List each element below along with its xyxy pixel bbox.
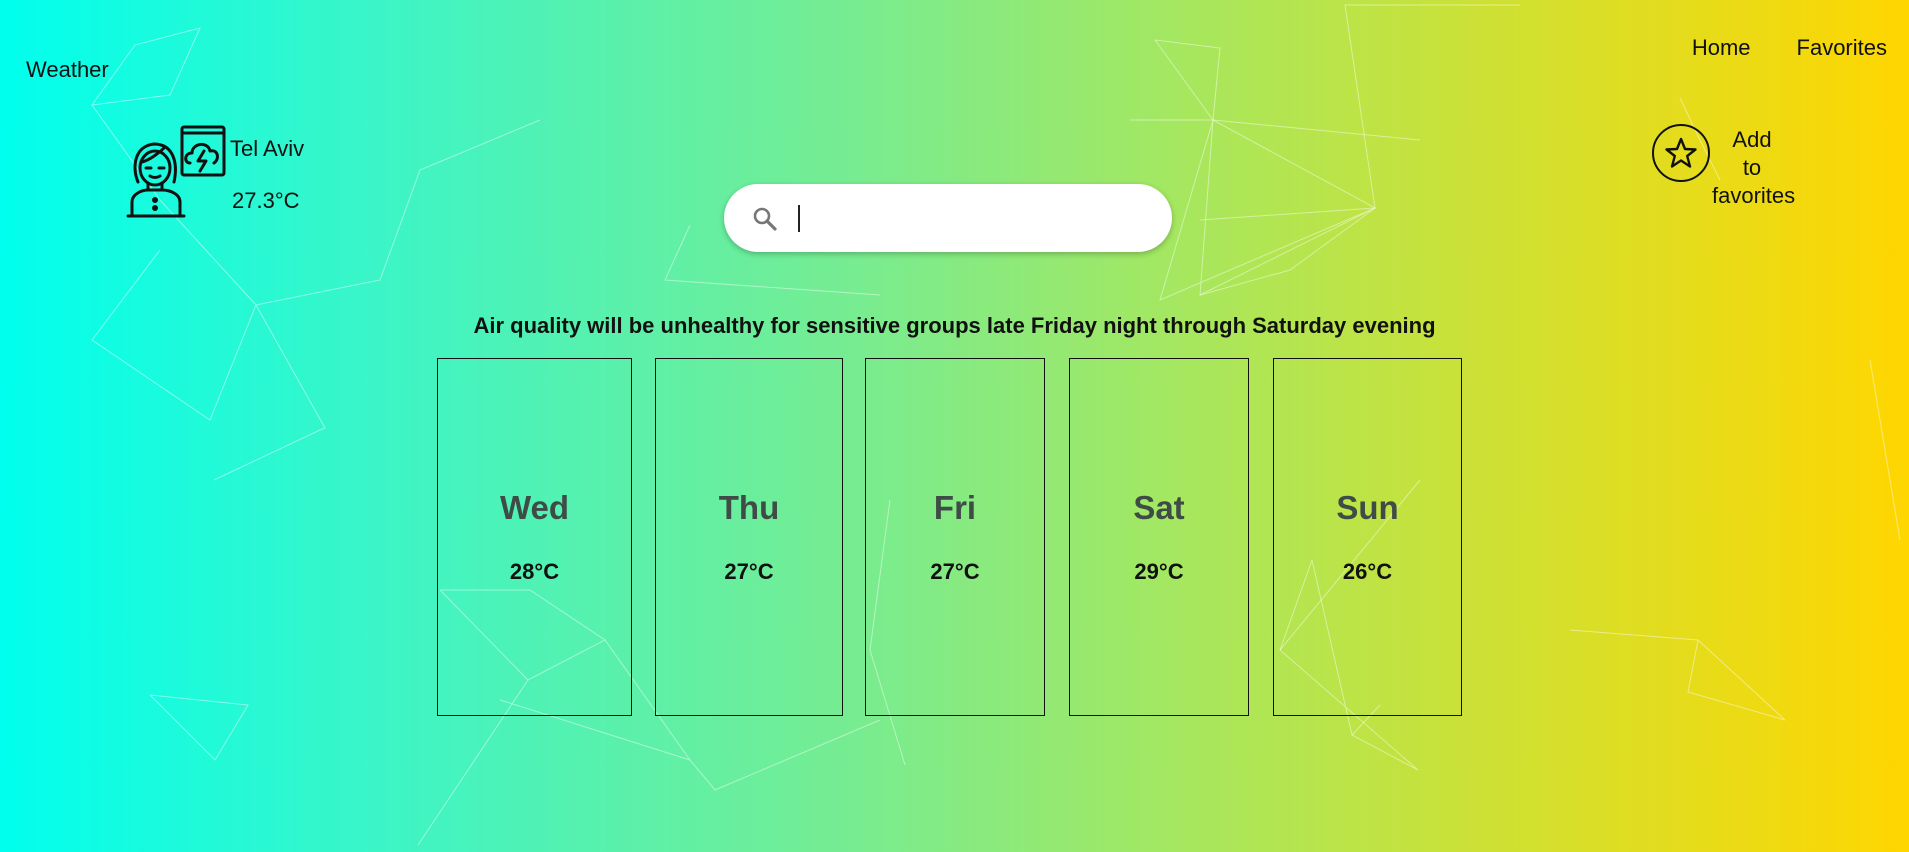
current-weather: Tel Aviv 27.3°C xyxy=(124,122,344,232)
search-input[interactable] xyxy=(796,198,1140,240)
star-icon xyxy=(1665,137,1697,168)
forecast-card-sat[interactable]: Sat 29°C xyxy=(1069,358,1249,716)
city-name: Tel Aviv xyxy=(230,136,305,161)
forecast-day-temp: 27°C xyxy=(930,559,980,584)
forecast-day-name: Fri xyxy=(933,489,977,526)
fav-label-line-2: to xyxy=(1742,155,1762,180)
forecast-day-temp: 29°C xyxy=(1134,559,1184,584)
favorite-star-button[interactable] xyxy=(1652,124,1710,182)
thunderstorm-icon xyxy=(180,125,226,177)
forecast-day-name: Thu xyxy=(718,489,780,526)
weather-headline: Air quality will be unhealthy for sensit… xyxy=(473,313,1436,338)
add-to-favorites-label[interactable]: Add to favorites xyxy=(1712,126,1796,210)
add-to-favorites-button[interactable]: Add to favorites xyxy=(1652,122,1822,212)
forecast-card-fri[interactable]: Fri 27°C xyxy=(865,358,1045,716)
fav-label-line-1: Add xyxy=(1732,127,1772,152)
forecast-day-name: Sat xyxy=(1133,489,1185,526)
forecast-day-name: Wed xyxy=(499,489,570,526)
forecast-day-temp: 28°C xyxy=(509,559,560,584)
nav-home-link[interactable]: Home xyxy=(1692,35,1751,61)
search-icon xyxy=(753,207,777,231)
search-bar xyxy=(724,184,1172,252)
current-temperature: 27.3°C xyxy=(232,188,300,213)
text-caret xyxy=(798,205,800,232)
fav-label-line-3: favorites xyxy=(1712,183,1796,208)
forecast-day-temp: 26°C xyxy=(1342,559,1393,584)
nav-favorites-link[interactable]: Favorites xyxy=(1797,35,1887,61)
forecast-card-thu[interactable]: Thu 27°C xyxy=(655,358,843,716)
forecast-card-wed[interactable]: Wed 28°C xyxy=(437,358,632,716)
app-brand[interactable]: Weather xyxy=(26,57,109,83)
forecast-day-name: Sun xyxy=(1336,489,1399,526)
forecast-card-sun[interactable]: Sun 26°C xyxy=(1273,358,1462,716)
forecast-day-temp: 27°C xyxy=(724,559,774,584)
top-nav: Home Favorites xyxy=(1692,35,1887,61)
